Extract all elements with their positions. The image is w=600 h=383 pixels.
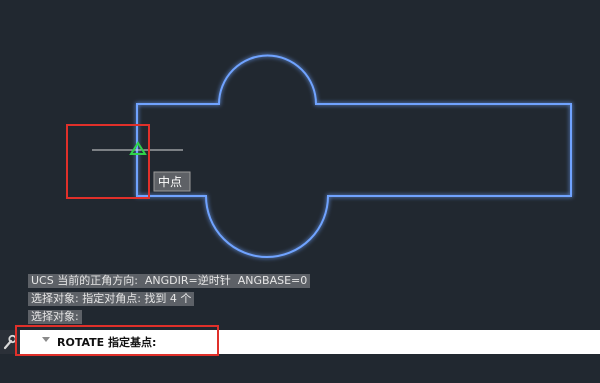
- triangle-down-icon[interactable]: [42, 337, 50, 342]
- snap-tooltip: 中点: [153, 171, 191, 192]
- history-line-1: UCS 当前的正角方向: ANGDIR=逆时针 ANGBASE=0: [28, 274, 311, 288]
- wrench-icon[interactable]: [0, 330, 20, 354]
- bottom-area: [0, 354, 600, 383]
- history-line-3: 选择对象:: [28, 310, 82, 324]
- history-line-2: 选择对象: 指定对角点: 找到 4 个: [28, 292, 195, 306]
- selected-shape-outline[interactable]: [136, 54, 572, 258]
- command-prompt-text[interactable]: ROTATE 指定基点:: [57, 334, 156, 350]
- command-line-bar[interactable]: ROTATE 指定基点:: [0, 330, 600, 354]
- snap-tooltip-label: 中点: [158, 174, 182, 189]
